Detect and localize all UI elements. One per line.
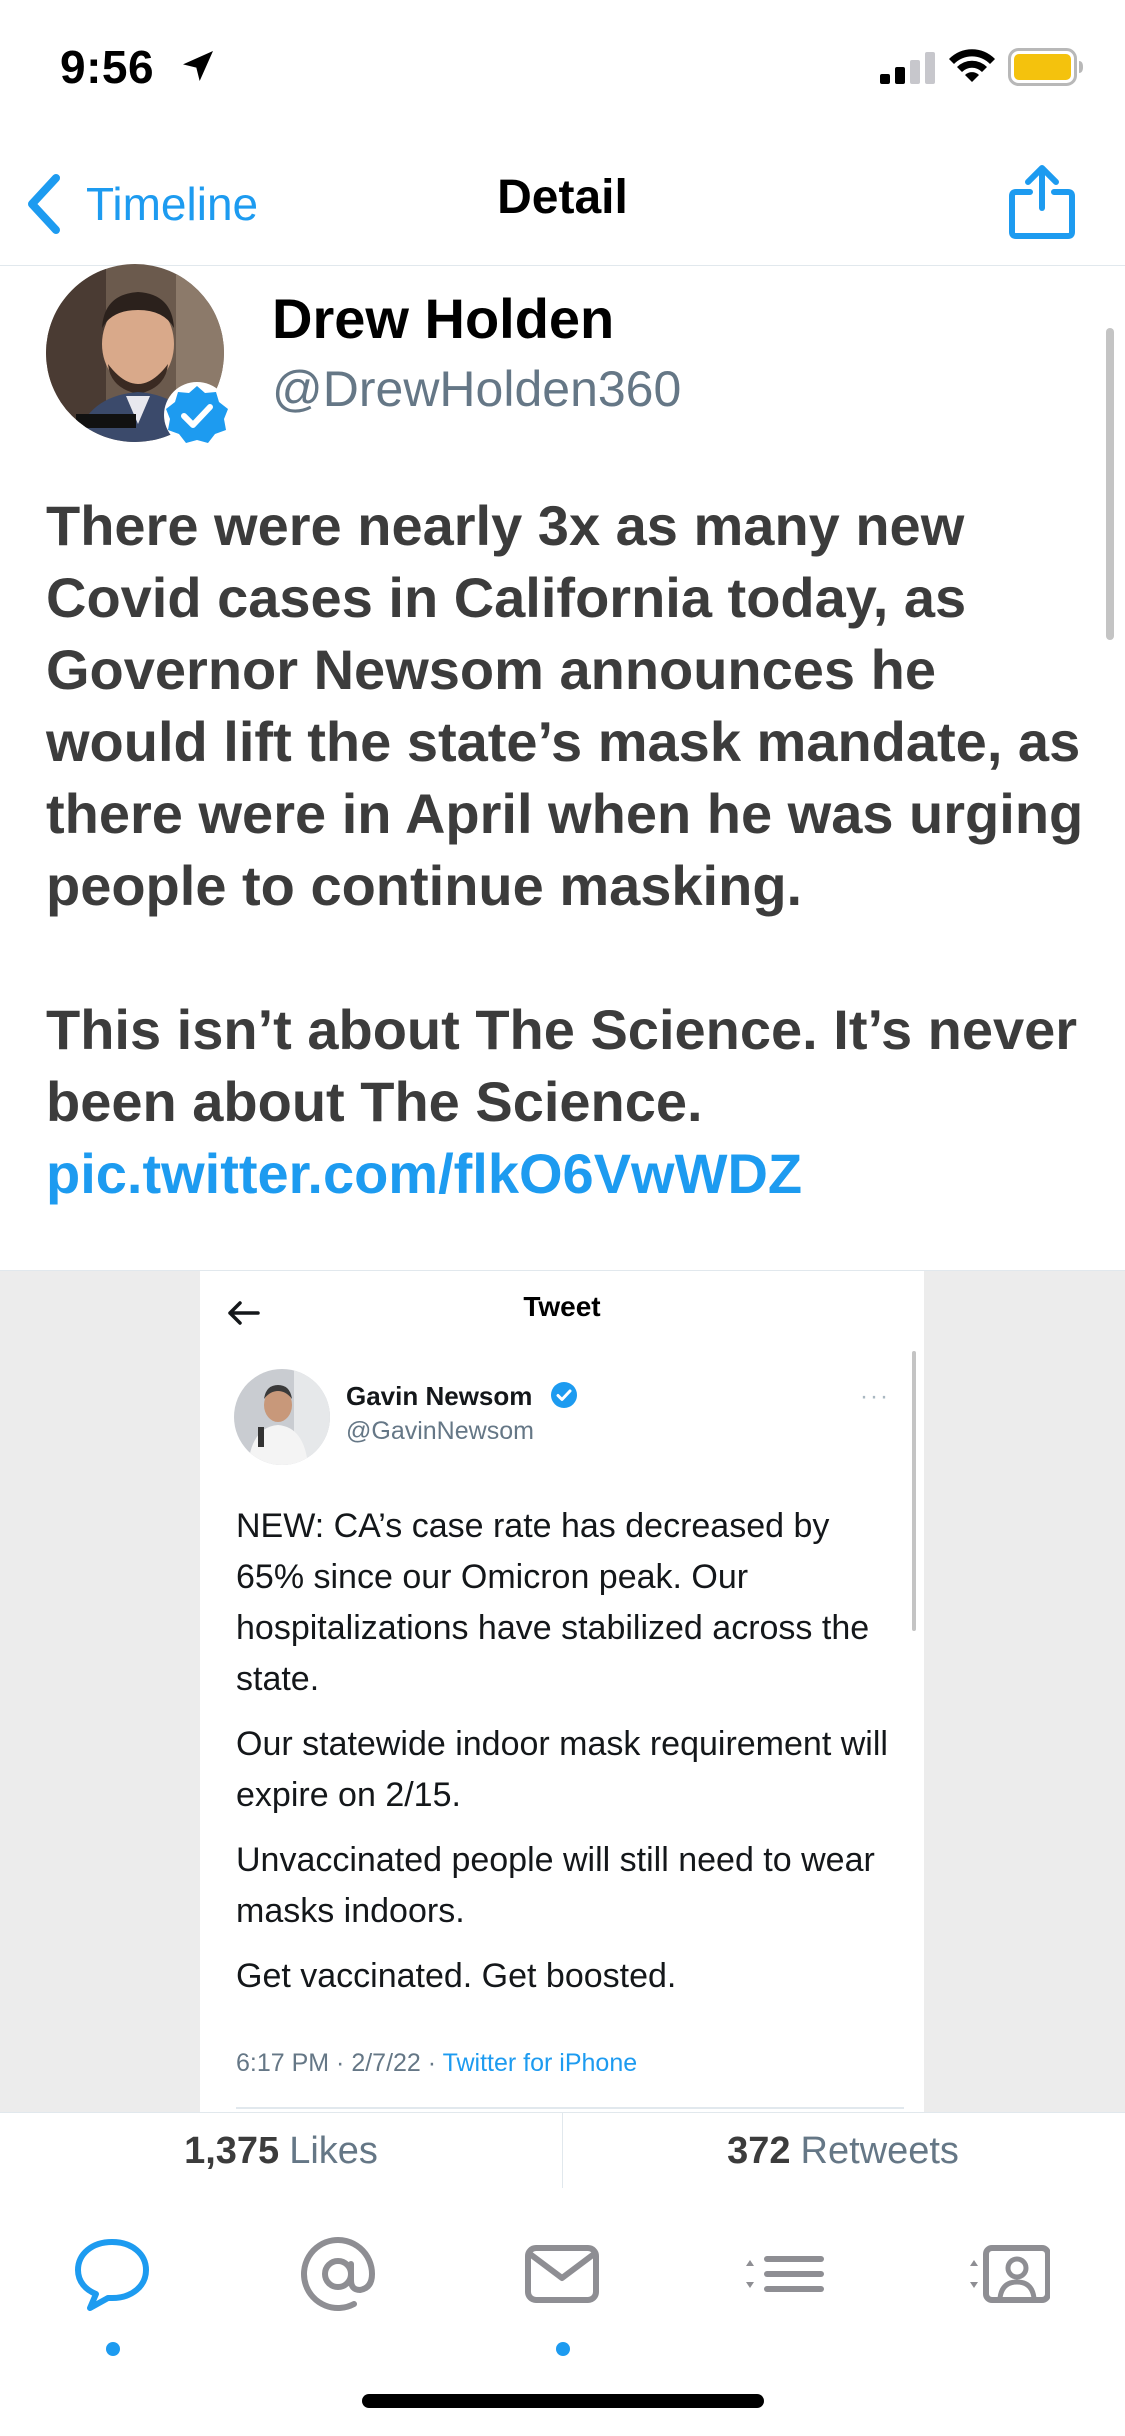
retweets-stat[interactable]: 372 Retweets	[562, 2113, 1124, 2189]
embedded-paragraph: Unvaccinated people will still need to w…	[236, 1841, 875, 1930]
tweet-stats: 1,375 Likes 372 Retweets	[0, 2112, 1125, 2190]
tweet-paragraph: This isn’t about The Science. It’s never…	[46, 998, 1093, 1133]
embedded-paragraph: Our statewide indoor mask requirement wi…	[236, 1725, 888, 1814]
embedded-timestamp: 6:17 PM · 2/7/22 · Twitter for iPhone	[236, 2049, 637, 2078]
navigation-bar: Timeline Detail	[0, 140, 1125, 266]
scrollbar[interactable]	[1106, 328, 1114, 640]
location-arrow-icon	[183, 51, 213, 81]
screen: 9:56 Timeline Detail Drew Holden @DrewHo…	[0, 0, 1125, 2436]
home-indicator[interactable]	[362, 2394, 764, 2408]
embedded-handle: @GavinNewsom	[346, 1417, 534, 1445]
tweet-paragraph: There were nearly 3x as many new Covid c…	[46, 494, 1099, 917]
messages-icon	[525, 2245, 599, 2303]
author-handle[interactable]: @DrewHolden360	[272, 360, 681, 418]
likes-count: 1,375	[184, 2129, 280, 2172]
profile-icon	[970, 2245, 1050, 2303]
more-icon: ···	[860, 1383, 890, 1410]
embedded-avatar-photo	[234, 1369, 330, 1465]
battery-icon	[1008, 48, 1083, 86]
tab-lists[interactable]	[726, 2218, 846, 2338]
status-bar: 9:56	[0, 0, 1125, 140]
embedded-scrollbar	[912, 1351, 916, 1631]
embedded-tweet-card: Tweet Gavin Newsom @GavinNewsom ··· NEW:…	[200, 1271, 924, 2113]
page-title: Detail	[497, 171, 628, 224]
tab-mentions[interactable]	[278, 2218, 398, 2338]
tweet-text: There were nearly 3x as many new Covid c…	[46, 490, 1086, 1210]
embedded-avatar	[234, 1369, 330, 1465]
likes-stat[interactable]: 1,375 Likes	[0, 2113, 563, 2189]
tab-timeline[interactable]	[52, 2218, 172, 2356]
embedded-client: Twitter for iPhone	[442, 2049, 638, 2077]
unread-dot	[106, 2342, 120, 2356]
verified-badge-icon	[164, 382, 230, 448]
divider	[236, 2107, 904, 2109]
embedded-paragraph: NEW: CA’s case rate has decreased by 65%…	[236, 1507, 870, 1698]
embedded-paragraph: Get vaccinated. Get boosted.	[236, 1957, 677, 1995]
tweet-media-image[interactable]: Tweet Gavin Newsom @GavinNewsom ··· NEW:…	[0, 1270, 1125, 2113]
wifi-icon	[949, 49, 995, 82]
share-icon[interactable]	[1006, 162, 1078, 242]
embedded-display-name: Gavin Newsom	[346, 1381, 533, 1411]
cellular-signal-icon	[880, 52, 935, 84]
embedded-verified-icon	[551, 1382, 577, 1408]
likes-label: Likes	[289, 2129, 378, 2172]
embedded-header-title: Tweet	[523, 1291, 601, 1322]
retweets-label: Retweets	[800, 2129, 959, 2172]
status-time: 9:56	[60, 41, 155, 93]
author-display-name[interactable]: Drew Holden	[272, 286, 614, 351]
lists-icon	[746, 2256, 824, 2292]
tab-messages[interactable]	[502, 2218, 622, 2356]
tab-profile[interactable]	[950, 2218, 1070, 2338]
embedded-time: 6:17 PM · 2/7/22 ·	[236, 2049, 443, 2077]
chat-bubble-icon	[75, 2239, 149, 2311]
tweet-media-link[interactable]: pic.twitter.com/flkO6VwWDZ	[46, 1138, 1086, 1210]
embedded-tweet-text: NEW: CA’s case rate has decreased by 65%…	[236, 1501, 896, 2016]
retweets-count: 372	[727, 2129, 791, 2172]
mentions-icon	[301, 2237, 376, 2311]
unread-dot	[556, 2342, 570, 2356]
